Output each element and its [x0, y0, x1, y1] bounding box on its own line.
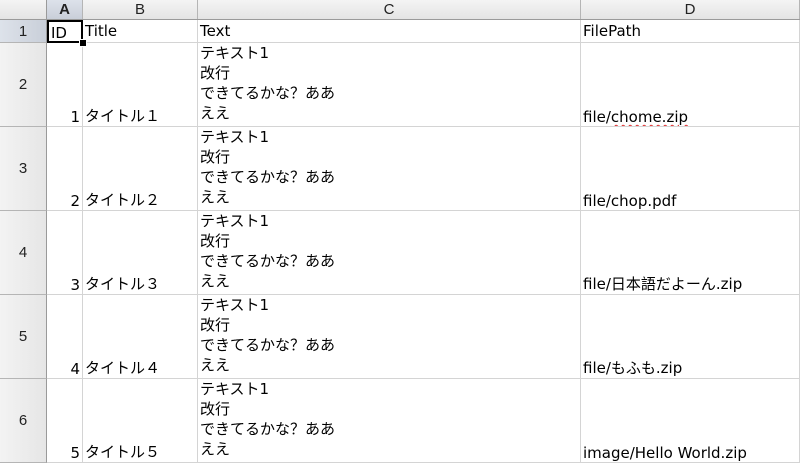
column-header-d[interactable]: D	[581, 0, 800, 19]
row-header-1[interactable]: 1	[0, 20, 47, 43]
cell-id[interactable]: 2	[47, 127, 83, 211]
cell-filepath[interactable]: file/chop.pdf	[581, 127, 800, 211]
row-header-3[interactable]: 3	[0, 127, 47, 211]
cell-filepath[interactable]: file/日本語だよーん.zip	[581, 211, 800, 295]
cell-id[interactable]: 3	[47, 211, 83, 295]
row-header-2[interactable]: 2	[0, 43, 47, 127]
cell-title[interactable]: タイトル３	[83, 211, 198, 295]
cell-title[interactable]: タイトル２	[83, 127, 198, 211]
cell-filepath[interactable]: image/Hello World.zip	[581, 379, 800, 463]
cell-text[interactable]: テキスト1 改行 できてるかな？ああ ええ	[198, 295, 581, 379]
cell-filepath[interactable]: file/もふも.zip	[581, 295, 800, 379]
header-cell-filepath[interactable]: FilePath	[581, 20, 800, 43]
cell-title[interactable]: タイトル１	[83, 43, 198, 127]
column-header-b[interactable]: B	[83, 0, 198, 19]
cell-id[interactable]: 5	[47, 379, 83, 463]
cell-text[interactable]: テキスト1 改行 できてるかな？ああ ええ	[198, 379, 581, 463]
select-all-corner[interactable]	[0, 0, 47, 19]
cell-id[interactable]: 1	[47, 43, 83, 127]
cell-title[interactable]: タイトル４	[83, 295, 198, 379]
cell-text[interactable]: テキスト1 改行 できてるかな？ああ ええ	[198, 127, 581, 211]
cell-text[interactable]: テキスト1 改行 できてるかな？ああ ええ	[198, 43, 581, 127]
row-header-5[interactable]: 5	[0, 295, 47, 379]
column-header-c[interactable]: C	[198, 0, 581, 19]
header-cell-title[interactable]: Title	[83, 20, 198, 43]
spreadsheet[interactable]: ABCD 1 ID Title Text FilePath 2 1 タイトル１ テキスト1 改行…	[0, 0, 800, 464]
header-cell-id[interactable]: ID	[47, 20, 83, 43]
column-header-bar: ABCD	[0, 0, 800, 20]
cell-filepath[interactable]: file/chome.zip	[581, 43, 800, 127]
filepath-prefix: file/	[583, 108, 611, 126]
header-cell-text[interactable]: Text	[198, 20, 581, 43]
spellcheck-flagged-word: chome.zip	[610, 108, 689, 126]
column-header-a[interactable]: A	[47, 0, 83, 19]
cell-text[interactable]: テキスト1 改行 できてるかな？ああ ええ	[198, 211, 581, 295]
row-header-4[interactable]: 4	[0, 211, 47, 295]
filepath-value: file/chome.zip	[583, 108, 688, 126]
row-header-6[interactable]: 6	[0, 379, 47, 463]
fill-handle[interactable]	[79, 39, 87, 47]
cell-id[interactable]: 4	[47, 295, 83, 379]
cell-title[interactable]: タイトル５	[83, 379, 198, 463]
